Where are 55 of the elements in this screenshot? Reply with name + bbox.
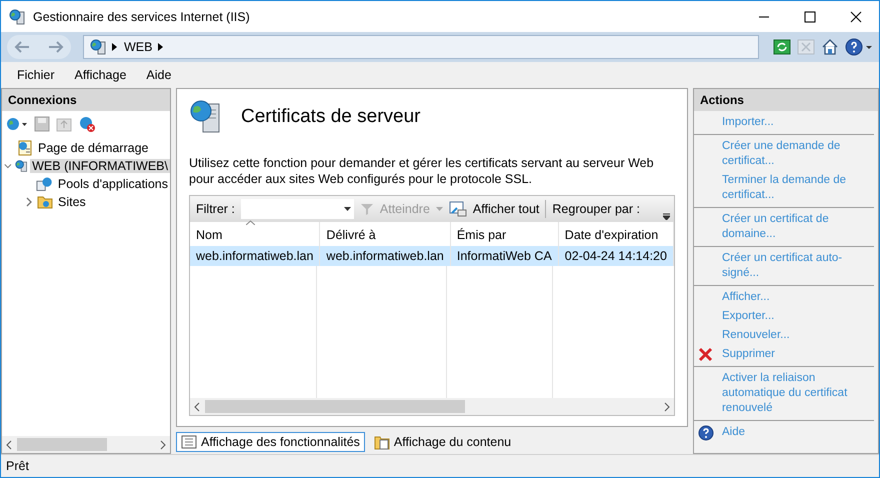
back-arrow-icon[interactable] (14, 40, 30, 54)
application-pools-icon (36, 176, 53, 192)
view-tab[interactable]: Affichage des fonctionnalités (176, 432, 365, 452)
scroll-left-icon[interactable] (5, 440, 13, 450)
list-view-icon (181, 435, 197, 449)
filter-field[interactable] (240, 199, 354, 219)
delete-icon (698, 347, 713, 362)
panel-header: Connexions (2, 89, 170, 111)
forward-arrow-icon[interactable] (48, 40, 64, 54)
breadcrumb-item[interactable]: WEB (124, 40, 152, 54)
breadcrumb-arrow-icon (112, 43, 118, 51)
app-icon (9, 8, 25, 24)
tree-item[interactable]: Page de démarrage (36, 141, 150, 155)
filter-funnel-icon (360, 202, 374, 216)
horizontal-scrollbar[interactable] (190, 398, 674, 415)
window-title: Gestionnaire des services Internet (IIS) (33, 10, 251, 24)
horizontal-scrollbar[interactable] (2, 436, 170, 453)
upload-icon[interactable] (56, 116, 72, 132)
scroll-right-icon[interactable] (662, 402, 671, 412)
server-icon (90, 39, 106, 55)
show-all-icon (448, 201, 467, 217)
scroll-left-icon[interactable] (193, 402, 201, 412)
table-cell: InformatiWeb CA (450, 246, 558, 266)
group-by-button[interactable]: Regrouper par : (552, 202, 640, 216)
view-tab[interactable]: Affichage du contenu (368, 431, 516, 453)
table-cell: web.informatiweb.lan (190, 246, 320, 266)
table-cell: web.informatiweb.lan (320, 246, 450, 266)
server-icon (14, 158, 28, 174)
page-title: Certificats de serveur (241, 106, 421, 128)
refresh-icon[interactable] (773, 39, 791, 55)
menu-item[interactable]: Fichier (9, 66, 63, 84)
tree-item[interactable]: Pools d'applications (56, 177, 170, 191)
address-bar[interactable]: WEB (83, 35, 759, 59)
breadcrumb-arrow-icon (158, 43, 164, 51)
overflow-icon[interactable] (662, 213, 670, 220)
folder-icon (37, 195, 53, 209)
filter-label: Filtrer : (196, 202, 235, 216)
scroll-right-icon[interactable] (159, 440, 167, 450)
help-icon (698, 425, 714, 441)
tree-item[interactable]: WEB (INFORMATIWEB\ (30, 159, 170, 173)
save-icon[interactable] (34, 116, 50, 132)
dropdown-arrow-icon[interactable] (344, 207, 351, 211)
disconnect-icon[interactable] (78, 115, 96, 133)
home-icon[interactable] (821, 38, 839, 56)
folder-document-icon (374, 434, 390, 450)
table-cell: 02-04-24 14:14:20 (558, 246, 674, 266)
panel-header: Actions (694, 89, 878, 111)
start-page-icon (17, 140, 33, 156)
tree-item[interactable]: Sites (56, 195, 88, 209)
menu-item[interactable]: Aide (138, 66, 180, 84)
menu-item[interactable]: Affichage (66, 66, 134, 84)
connect-icon[interactable] (6, 116, 28, 132)
show-all-button[interactable]: Afficher tout (472, 202, 540, 216)
help-icon[interactable] (845, 38, 873, 56)
description: Utilisez cette fonction pour demander et gérer les certificats servant au serveur Web pour accéder aux sites Web configurés pour le protocole SSL. (189, 155, 655, 187)
